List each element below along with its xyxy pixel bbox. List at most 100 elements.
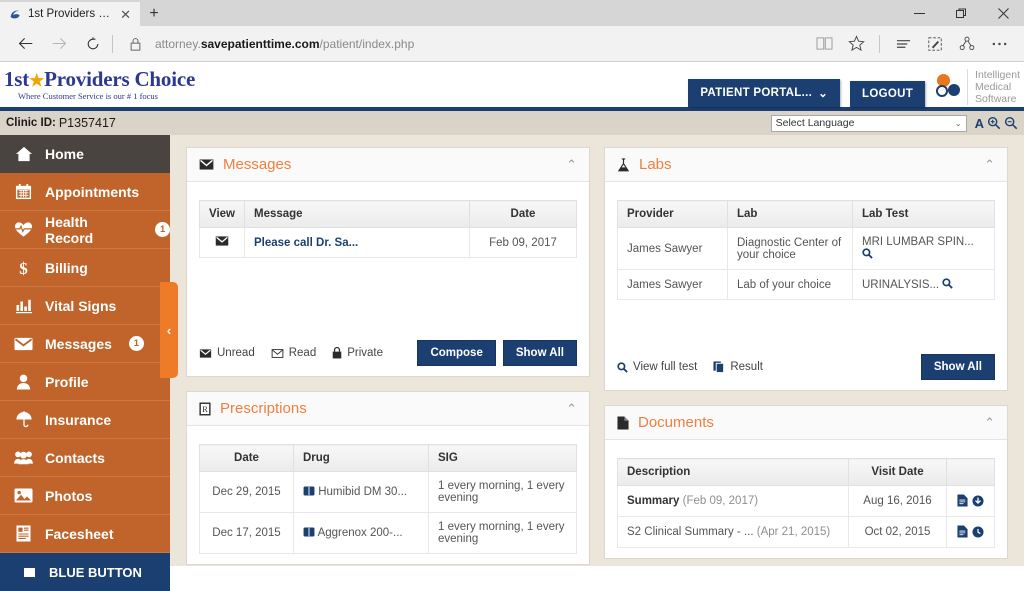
sidebar-item-profile[interactable]: Profile	[0, 363, 170, 401]
browser-tab-title: 1st Providers Choice	[28, 8, 111, 20]
sidebar-item-photos[interactable]: Photos	[0, 477, 170, 515]
lab-test-cell[interactable]: MRI LUMBAR SPIN...	[852, 227, 995, 270]
document-actions-cell[interactable]	[946, 485, 995, 517]
share-icon[interactable]	[952, 30, 982, 58]
document-description-cell[interactable]: S2 Clinical Summary - ... (Apr 21, 2015)	[617, 516, 849, 548]
search-icon[interactable]	[942, 278, 954, 291]
result-link[interactable]: Result	[713, 361, 763, 373]
compose-button[interactable]: Compose	[417, 340, 496, 366]
zoom-in-icon[interactable]	[987, 116, 1001, 130]
table-row[interactable]: James Sawyer Diagnostic Center of your c…	[617, 227, 995, 270]
table-row[interactable]: Dec 17, 2015 Aggrenox 200-... 1 every mo…	[199, 512, 577, 554]
font-size-icon[interactable]: A	[975, 116, 984, 131]
sidebar-badge: 1	[128, 336, 144, 351]
document-icon	[617, 416, 629, 430]
zoom-out-icon[interactable]	[1004, 116, 1018, 130]
restore-icon[interactable]	[940, 0, 982, 26]
file-icon[interactable]	[957, 525, 968, 539]
table-row[interactable]: Please call Dr. Sa... Feb 09, 2017	[199, 227, 577, 258]
dashboard-left-column: Messages ⌃ View Message Date Please call…	[186, 147, 590, 566]
sidebar-item-insurance[interactable]: Insurance	[0, 401, 170, 439]
column-header: Visit Date	[848, 458, 947, 486]
legend-label: Result	[730, 361, 763, 373]
column-header: Message	[244, 200, 470, 228]
refresh-icon[interactable]	[78, 30, 108, 58]
ims-line-3: Software	[975, 92, 1017, 105]
messages-show-all-button[interactable]: Show All	[502, 340, 577, 366]
column-header	[946, 458, 995, 486]
patient-portal-button[interactable]: PATIENT PORTAL... ⌄	[688, 79, 841, 107]
address-bar[interactable]: attorney.savepatienttime.com/patient/ind…	[117, 30, 805, 58]
prescription-icon: R	[199, 402, 211, 416]
prescription-drug-cell[interactable]: Humibid DM 30...	[293, 471, 429, 513]
message-subject-link[interactable]: Please call Dr. Sa...	[254, 237, 358, 249]
sidebar-item-contacts[interactable]: Contacts	[0, 439, 170, 477]
labs-panel-body: Provider Lab Lab Test James Sawyer Diagn…	[605, 182, 1007, 346]
message-view-icon-cell[interactable]	[199, 227, 245, 258]
browser-tab[interactable]: 1st Providers Choice ✕	[0, 2, 140, 26]
ims-line-1: Intelligent	[975, 68, 1020, 81]
sidebar-item-health-record[interactable]: Health Record 1	[0, 211, 170, 249]
table-row[interactable]: S2 Clinical Summary - ... (Apr 21, 2015)…	[617, 516, 995, 548]
envelope-icon	[199, 159, 214, 170]
logout-button[interactable]: LOGOUT	[850, 81, 926, 107]
browser-toolbar-icons	[809, 30, 1014, 58]
favorites-star-icon[interactable]	[841, 30, 871, 58]
table-row[interactable]: Dec 29, 2015 Humibid DM 30... 1 every mo…	[199, 471, 577, 513]
new-tab-button[interactable]: +	[140, 2, 168, 26]
message-subject-cell[interactable]: Please call Dr. Sa...	[244, 227, 470, 258]
more-options-icon[interactable]	[984, 30, 1014, 58]
download-icon[interactable]	[972, 495, 984, 508]
sidebar-item-label: Billing	[45, 259, 88, 276]
lab-test-cell[interactable]: URINALYSIS...	[852, 269, 995, 300]
hub-icon[interactable]	[888, 30, 918, 58]
reading-view-icon[interactable]	[809, 30, 839, 58]
prescription-drug-cell[interactable]: Aggrenox 200-...	[293, 512, 429, 554]
web-note-icon[interactable]	[920, 30, 950, 58]
minimize-icon[interactable]	[898, 0, 940, 26]
envelope-closed-icon[interactable]	[215, 236, 229, 249]
sidebar: Home Appointments Health Record 1 $ Bill…	[0, 135, 178, 591]
chevron-up-icon[interactable]: ⌃	[566, 157, 577, 173]
sidebar-item-billing[interactable]: $ Billing	[0, 249, 170, 287]
lab-name-cell: Lab of your choice	[727, 269, 853, 300]
close-icon[interactable]: ✕	[117, 7, 134, 22]
clock-icon[interactable]	[972, 526, 984, 539]
file-icon[interactable]	[957, 494, 968, 508]
sidebar-item-home[interactable]: Home	[0, 135, 170, 173]
sidebar-item-appointments[interactable]: Appointments	[0, 173, 170, 211]
column-header: View	[199, 200, 245, 228]
table-header-row: View Message Date	[199, 200, 577, 228]
document-description-cell[interactable]: Summary (Feb 09, 2017)	[617, 485, 849, 517]
prescriptions-panel-header: R Prescriptions ⌃	[187, 392, 589, 426]
language-select[interactable]: Select Language ⌄	[770, 114, 967, 132]
chevron-up-icon[interactable]: ⌃	[566, 401, 577, 417]
document-date-sub: (Feb 09, 2017)	[682, 495, 759, 507]
sidebar-item-vital-signs[interactable]: Vital Signs	[0, 287, 170, 325]
sidebar-item-blue-button[interactable]: BLUE BUTTON	[0, 553, 170, 591]
sidebar-item-label: Insurance	[45, 411, 112, 428]
document-actions-cell[interactable]	[946, 516, 995, 548]
sidebar-collapse-toggle[interactable]: ‹	[160, 282, 178, 378]
labs-show-all-button[interactable]: Show All	[920, 354, 995, 380]
search-icon[interactable]	[862, 248, 873, 261]
chevron-up-icon[interactable]: ⌃	[984, 157, 995, 173]
prescriptions-table: Date Drug SIG Dec 29, 2015 Humibid DM 30…	[199, 444, 577, 554]
chevron-down-icon: ⌄	[818, 88, 829, 100]
chevron-up-icon[interactable]: ⌃	[984, 415, 995, 431]
table-row[interactable]: James Sawyer Lab of your choice URINALYS…	[617, 269, 995, 300]
panel-title: Labs	[639, 156, 672, 173]
sidebar-item-facesheet[interactable]: Facesheet	[0, 515, 170, 553]
table-row[interactable]: Summary (Feb 09, 2017) Aug 16, 2016	[617, 485, 995, 517]
ims-dots-icon	[935, 73, 961, 100]
forward-icon[interactable]	[44, 30, 74, 58]
pill-book-icon	[303, 527, 315, 539]
clinic-bar: Clinic ID: P1357417 Select Language ⌄ A	[0, 111, 1024, 135]
sidebar-item-messages[interactable]: Messages 1	[0, 325, 170, 363]
window-close-icon[interactable]	[982, 0, 1024, 26]
back-icon[interactable]	[10, 30, 40, 58]
document-title: S2 Clinical Summary - ...	[627, 526, 754, 538]
view-full-test-link[interactable]: View full test	[617, 361, 697, 373]
messages-panel-body: View Message Date Please call Dr. Sa... …	[187, 182, 589, 332]
sidebar-item-label: Vital Signs	[45, 297, 117, 314]
